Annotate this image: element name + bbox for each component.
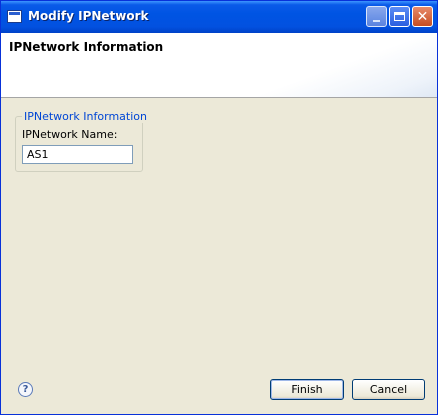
maximize-icon (394, 12, 405, 21)
finish-button[interactable]: Finish (270, 379, 344, 400)
group-legend: IPNetwork Information (22, 110, 149, 123)
dialog-window: Modify IPNetwork ✕ IPNetwork Information… (0, 0, 438, 415)
wizard-header: IPNetwork Information (1, 33, 437, 98)
help-icon: ? (22, 384, 29, 395)
window-app-icon (7, 10, 22, 23)
maximize-button[interactable] (389, 6, 410, 27)
ipnetwork-info-group: IPNetwork Information IPNetwork Name: (15, 110, 149, 172)
minimize-icon (373, 19, 380, 22)
close-icon: ✕ (416, 8, 429, 25)
page-title: IPNetwork Information (9, 40, 164, 54)
close-button[interactable]: ✕ (412, 6, 433, 27)
ipnetwork-name-label: IPNetwork Name: (22, 128, 118, 141)
cancel-button[interactable]: Cancel (352, 379, 425, 400)
help-button[interactable]: ? (18, 382, 33, 397)
title-bar[interactable]: Modify IPNetwork ✕ (1, 1, 437, 33)
ipnetwork-name-input[interactable] (22, 145, 133, 164)
minimize-button[interactable] (366, 6, 387, 27)
window-title: Modify IPNetwork (28, 9, 149, 23)
